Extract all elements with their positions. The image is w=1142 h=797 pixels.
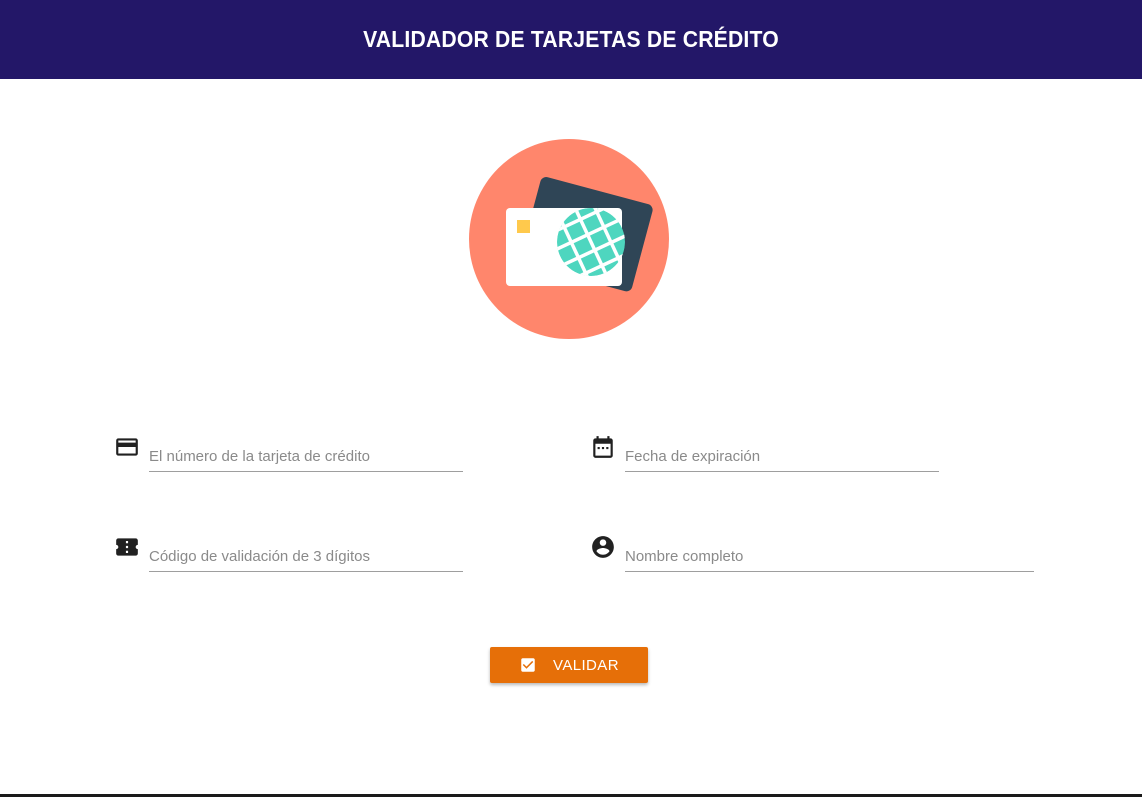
credit-card-icon: [116, 438, 138, 456]
expiration-input[interactable]: [625, 442, 939, 472]
page-title: VALIDADOR DE TARJETAS DE CRÉDITO: [363, 26, 779, 52]
validate-button-label: VALIDAR: [553, 656, 619, 674]
card-number-field: [114, 434, 464, 474]
account-circle-icon: [592, 536, 614, 558]
validate-button[interactable]: VALIDAR: [490, 647, 648, 683]
full-name-field: [590, 534, 1036, 574]
full-name-input[interactable]: [625, 542, 1034, 572]
check-box-icon: [521, 658, 535, 672]
credit-card-globe-icon: [469, 139, 669, 339]
expiration-field: [590, 434, 940, 474]
card-number-input[interactable]: [149, 442, 463, 472]
ticket-icon: [116, 538, 138, 556]
calendar-icon: [593, 436, 613, 458]
cvv-input[interactable]: [149, 542, 463, 572]
app-header: VALIDADOR DE TARJETAS DE CRÉDITO: [0, 0, 1142, 79]
cvv-field: [114, 534, 464, 574]
